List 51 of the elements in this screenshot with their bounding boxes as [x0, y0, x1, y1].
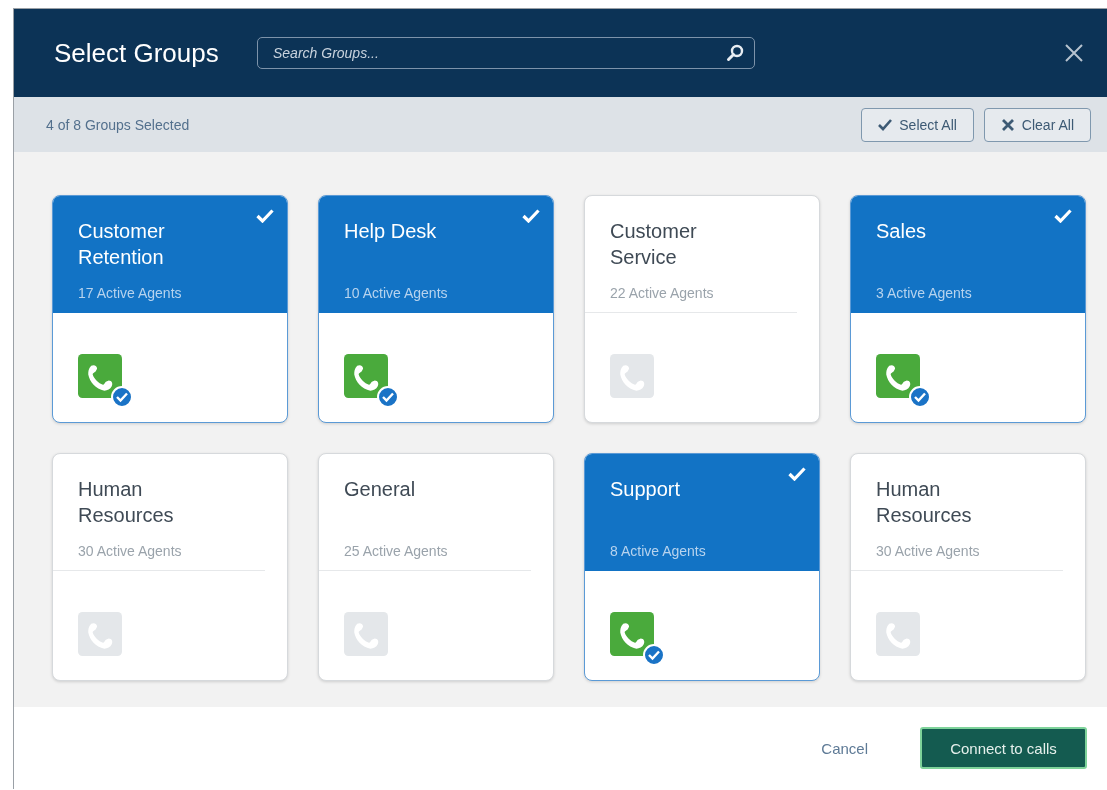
phone-icon: [344, 354, 388, 398]
dialog-title: Select Groups: [54, 37, 220, 69]
agent-count: 22 Active Agents: [610, 285, 715, 301]
check-icon: [788, 467, 806, 481]
check-icon: [878, 118, 893, 131]
phone-icon: [344, 612, 388, 656]
phone-icon: [610, 354, 654, 398]
clear-all-button[interactable]: Clear All: [983, 107, 1091, 142]
check-badge-icon: [111, 386, 133, 408]
agent-count: 17 Active Agents: [78, 285, 183, 301]
check-badge-icon: [909, 386, 931, 408]
phone-icon: [876, 612, 920, 656]
group-card[interactable]: Human Resources 30 Active Agents: [52, 453, 288, 681]
group-name: Sales: [876, 219, 928, 244]
agent-count: 8 Active Agents: [610, 543, 707, 559]
agent-count: 30 Active Agents: [78, 543, 183, 559]
agent-count: 3 Active Agents: [876, 285, 973, 301]
selection-count: 4 of 8 Groups Selected: [46, 116, 190, 133]
group-card[interactable]: Customer Retention 17 Active Agents: [52, 195, 288, 423]
group-name: Help Desk: [344, 219, 438, 244]
phone-icon: [78, 612, 122, 656]
search-icon: [725, 43, 745, 63]
cancel-button[interactable]: Cancel: [817, 735, 872, 761]
check-icon: [522, 209, 540, 223]
check-badge-icon: [643, 644, 665, 666]
agent-count: 25 Active Agents: [344, 543, 449, 559]
group-name: Human Resources: [78, 477, 175, 528]
agent-count: 10 Active Agents: [344, 285, 449, 301]
group-card[interactable]: General 25 Active Agents: [318, 453, 554, 681]
agent-count: 30 Active Agents: [876, 543, 981, 559]
group-card[interactable]: Customer Service 22 Active Agents: [584, 195, 820, 423]
group-name: General: [344, 477, 417, 502]
group-card[interactable]: Human Resources 30 Active Agents: [850, 453, 1086, 681]
group-name: Customer Retention: [78, 219, 166, 270]
connect-button[interactable]: Connect to calls: [920, 727, 1087, 769]
check-icon: [256, 209, 274, 223]
group-card[interactable]: Help Desk 10 Active Agents: [318, 195, 554, 423]
phone-icon: [78, 354, 122, 398]
group-name: Customer Service: [610, 219, 698, 270]
group-name: Human Resources: [876, 477, 973, 528]
group-card[interactable]: Sales 3 Active Agents: [850, 195, 1086, 423]
phone-icon: [610, 612, 654, 656]
close-icon: [1000, 118, 1015, 131]
search-field[interactable]: Search Groups...: [257, 37, 755, 69]
check-badge-icon: [377, 386, 399, 408]
close-icon[interactable]: [1065, 44, 1083, 62]
group-name: Support: [610, 477, 682, 502]
group-card[interactable]: Support 8 Active Agents: [584, 453, 820, 681]
select-all-button[interactable]: Select All: [861, 107, 974, 142]
check-icon: [1054, 209, 1072, 223]
phone-icon: [876, 354, 920, 398]
